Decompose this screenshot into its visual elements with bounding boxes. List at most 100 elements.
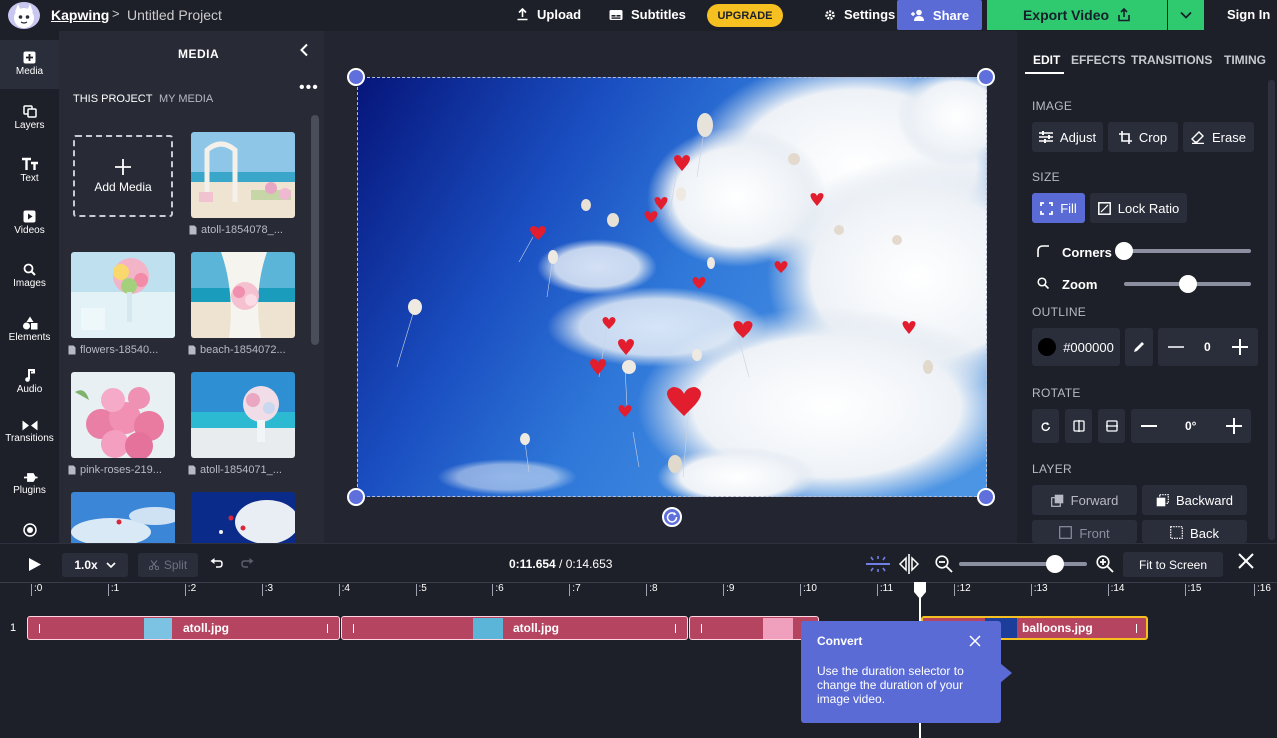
edit-panel-scrollbar[interactable] xyxy=(1268,80,1275,540)
brand-link[interactable]: Kapwing xyxy=(51,7,109,23)
close-timeline-icon[interactable] xyxy=(1238,553,1254,569)
adjust-button[interactable]: Adjust xyxy=(1032,122,1103,152)
sidebar-item-label: Images xyxy=(13,278,46,289)
plus-icon[interactable] xyxy=(1225,417,1243,435)
tab-transitions[interactable]: TRANSITIONS xyxy=(1131,53,1212,67)
settings-button[interactable]: Settings xyxy=(824,7,895,22)
playhead-handle[interactable] xyxy=(912,582,928,600)
timeline-zoom-track[interactable] xyxy=(959,562,1087,566)
add-media-button[interactable]: Add Media xyxy=(73,135,173,217)
collapse-panel-icon[interactable] xyxy=(299,43,309,57)
tab-this-project[interactable]: THIS PROJECT xyxy=(73,93,152,105)
media-thumbnail[interactable] xyxy=(191,252,295,338)
erase-button[interactable]: Erase xyxy=(1183,122,1254,152)
upload-icon xyxy=(516,8,529,21)
back-button[interactable]: Back xyxy=(1142,520,1247,543)
record-icon[interactable] xyxy=(23,523,37,537)
rotate-stepper[interactable]: 0° xyxy=(1131,409,1251,443)
close-icon[interactable] xyxy=(969,635,981,647)
media-thumbnail[interactable] xyxy=(71,252,175,338)
sidebar-item-images[interactable]: Images xyxy=(0,263,59,289)
sidebar-item-elements[interactable]: Elements xyxy=(0,316,59,343)
subtitles-button[interactable]: Subtitles xyxy=(609,7,686,22)
rotate-value[interactable]: 0° xyxy=(1185,419,1196,433)
fit-to-screen-button[interactable]: Fit to Screen xyxy=(1123,552,1223,577)
upload-button[interactable]: Upload xyxy=(516,7,581,22)
selection-box xyxy=(357,77,987,497)
rotate-cw-button[interactable] xyxy=(1032,409,1059,443)
project-title[interactable]: Untitled Project xyxy=(127,7,222,23)
rotate-handle[interactable] xyxy=(662,507,682,527)
zoom-in-icon[interactable] xyxy=(1096,555,1114,573)
timeline-zoom-knob[interactable] xyxy=(1046,555,1064,573)
undo-icon[interactable] xyxy=(210,558,223,570)
forward-button[interactable]: Forward xyxy=(1032,485,1137,515)
speed-select[interactable]: 1.0x xyxy=(62,553,128,577)
plus-icon[interactable] xyxy=(1231,338,1249,356)
outline-value[interactable]: 0 xyxy=(1204,340,1211,354)
resize-handle-top-right[interactable] xyxy=(977,68,995,86)
tab-my-media[interactable]: MY MEDIA xyxy=(159,93,213,105)
flip-horizontal-button[interactable] xyxy=(1065,409,1092,443)
play-button[interactable] xyxy=(28,557,42,572)
breadcrumb-separator: > xyxy=(112,6,120,21)
timeline-clip[interactable]: atoll.jpg xyxy=(341,616,688,640)
ruler-tick: :13 xyxy=(1030,583,1048,596)
bring-forward-icon xyxy=(1050,494,1064,507)
total-time: 0:14.653 xyxy=(565,557,613,571)
corners-slider-track[interactable] xyxy=(1124,249,1251,253)
media-thumbnail[interactable] xyxy=(191,372,295,458)
media-scrollbar[interactable] xyxy=(311,115,319,345)
split-view-icon[interactable] xyxy=(898,554,920,574)
crop-button[interactable]: Crop xyxy=(1108,122,1178,152)
more-options-icon[interactable]: ••• xyxy=(299,79,319,97)
kapwing-logo[interactable] xyxy=(8,2,40,29)
snap-icon[interactable] xyxy=(864,555,892,573)
export-options-button[interactable] xyxy=(1168,0,1204,30)
crop-icon xyxy=(1118,130,1132,144)
outline-color-button[interactable]: #000000 xyxy=(1032,328,1120,366)
minus-icon[interactable] xyxy=(1168,346,1184,348)
ruler-tick: :7 xyxy=(569,583,581,596)
sidebar-item-audio[interactable]: Audio xyxy=(0,369,59,395)
media-thumbnail[interactable] xyxy=(71,492,175,543)
corners-slider-knob[interactable] xyxy=(1115,242,1133,260)
upgrade-button[interactable]: UPGRADE xyxy=(707,4,783,27)
sign-in-link[interactable]: Sign In xyxy=(1227,7,1270,22)
plus-icon xyxy=(114,158,132,176)
media-thumbnail[interactable] xyxy=(191,492,295,543)
front-button[interactable]: Front xyxy=(1032,520,1137,543)
media-thumbnail[interactable] xyxy=(71,372,175,458)
split-button[interactable]: Split xyxy=(138,553,198,577)
media-thumbnail[interactable] xyxy=(191,132,295,218)
zoom-out-icon[interactable] xyxy=(935,555,953,573)
fill-button[interactable]: Fill xyxy=(1032,193,1085,223)
minus-icon[interactable] xyxy=(1141,425,1157,427)
export-video-button[interactable]: Export Video xyxy=(987,0,1167,30)
tab-timing[interactable]: TIMING xyxy=(1224,53,1266,67)
lock-ratio-button[interactable]: Lock Ratio xyxy=(1090,193,1187,223)
timeline-clip[interactable]: atoll.jpg xyxy=(27,616,340,640)
resize-handle-bottom-right[interactable] xyxy=(977,488,995,506)
redo-icon[interactable] xyxy=(241,558,254,570)
resize-handle-bottom-left[interactable] xyxy=(347,488,365,506)
sidebar-item-plugins[interactable]: Plugins xyxy=(0,472,59,496)
resize-handle-top-left[interactable] xyxy=(347,68,365,86)
share-button[interactable]: Share xyxy=(897,0,982,30)
sidebar-item-text[interactable]: Text xyxy=(0,157,59,184)
sidebar-item-transitions[interactable]: Transitions xyxy=(0,420,59,444)
tab-edit[interactable]: EDIT xyxy=(1033,53,1060,67)
sidebar-item-videos[interactable]: Videos xyxy=(0,210,59,236)
tab-effects[interactable]: EFFECTS xyxy=(1071,53,1126,67)
sidebar-item-media[interactable]: Media xyxy=(0,40,59,89)
timeline-clip[interactable] xyxy=(689,616,819,640)
eyedropper-button[interactable] xyxy=(1125,328,1153,366)
section-outline: OUTLINE xyxy=(1032,305,1087,319)
ruler-tick: :11 xyxy=(876,583,894,596)
zoom-slider-knob[interactable] xyxy=(1178,275,1197,293)
backward-button[interactable]: Backward xyxy=(1142,485,1247,515)
ruler-tick: :5 xyxy=(415,583,427,596)
flip-vertical-button[interactable] xyxy=(1098,409,1125,443)
outline-stepper[interactable]: 0 xyxy=(1158,328,1258,366)
sidebar-item-layers[interactable]: Layers xyxy=(0,105,59,131)
